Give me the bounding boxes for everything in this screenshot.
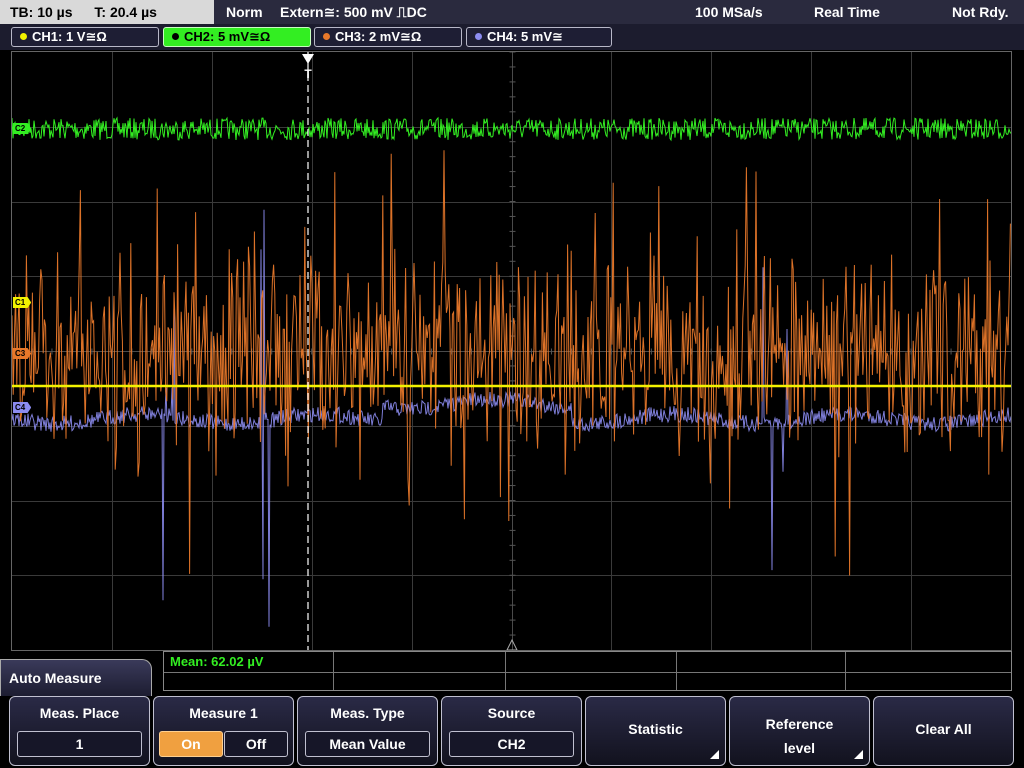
timebase-box[interactable]: TB: 10 µs T: 20.4 µs bbox=[0, 0, 214, 24]
softkey-label: Clear All bbox=[915, 721, 972, 737]
source-value[interactable]: CH2 bbox=[449, 731, 574, 757]
meas-place-value[interactable]: 1 bbox=[17, 731, 142, 757]
run-status: Not Rdy. bbox=[952, 4, 1009, 20]
measurement-divider bbox=[676, 652, 677, 690]
channel-tab-label: CH2: 5 mV≅Ω bbox=[184, 29, 271, 44]
reference-level-softkey[interactable]: Reference level bbox=[729, 696, 870, 766]
waveform-traces bbox=[12, 116, 1011, 627]
softkey-label: Measure 1 bbox=[189, 705, 258, 721]
waveform-display[interactable]: T C2 C1 C3 C4 bbox=[11, 51, 1012, 651]
softkey-label: Source bbox=[487, 705, 536, 721]
ch4-offset-marker[interactable]: C4 bbox=[13, 402, 32, 413]
softkey-label: Reference level bbox=[730, 712, 869, 760]
meas-place-softkey[interactable]: Meas. Place 1 bbox=[9, 696, 150, 766]
meas-type-value[interactable]: Mean Value bbox=[305, 731, 430, 757]
measurement-divider bbox=[164, 672, 1011, 673]
channel-tab-label: CH3: 2 mV≅Ω bbox=[335, 29, 422, 44]
source-softkey[interactable]: Source CH2 bbox=[441, 696, 582, 766]
statistic-softkey[interactable]: Statistic bbox=[585, 696, 726, 766]
ch2-dot-icon bbox=[172, 33, 179, 40]
menu-title: Auto Measure bbox=[0, 659, 152, 697]
ch4-dot-icon bbox=[475, 33, 482, 40]
measurement-divider bbox=[505, 652, 506, 690]
channel-tab-ch2[interactable]: CH2: 5 mV≅Ω bbox=[163, 27, 311, 47]
acquisition-mode: Real Time bbox=[814, 4, 880, 20]
measurement-strip: Mean: 62.02 µV bbox=[163, 651, 1012, 691]
softkey-label-line1: Reference bbox=[765, 716, 834, 732]
status-bar: TB: 10 µs T: 20.4 µs Norm Extern≅: 500 m… bbox=[0, 0, 1024, 24]
ch2-offset-marker[interactable]: C2 bbox=[13, 123, 32, 134]
channel-tab-label: CH1: 1 V≅Ω bbox=[32, 29, 107, 44]
measurement-result: Mean: 62.02 µV bbox=[170, 654, 264, 669]
softkey-label: Statistic bbox=[628, 721, 683, 737]
softkey-label: Meas. Type bbox=[330, 705, 405, 721]
submenu-arrow-icon bbox=[854, 750, 863, 759]
meas-type-softkey[interactable]: Meas. Type Mean Value bbox=[297, 696, 438, 766]
ch1-offset-marker[interactable]: C1 bbox=[13, 297, 32, 308]
sample-rate: 100 MSa/s bbox=[695, 4, 763, 20]
ch1-dot-icon bbox=[20, 33, 27, 40]
channel-tab-row: CH1: 1 V≅Ω CH2: 5 mV≅Ω CH3: 2 mV≅Ω CH4: … bbox=[0, 24, 1024, 50]
channel-tab-ch4[interactable]: CH4: 5 mV≅ bbox=[466, 27, 612, 47]
measure1-off-toggle[interactable]: Off bbox=[224, 731, 288, 757]
trigger-source[interactable]: Extern≅: 500 mV ⎍DC bbox=[280, 0, 427, 24]
measurement-divider bbox=[845, 652, 846, 690]
clear-all-softkey[interactable]: Clear All bbox=[873, 696, 1014, 766]
trigger-label: T bbox=[304, 67, 312, 81]
measurement-divider bbox=[333, 652, 334, 690]
channel-tab-ch1[interactable]: CH1: 1 V≅Ω bbox=[11, 27, 159, 47]
waveform-canvas: T bbox=[12, 52, 1011, 650]
ch3-dot-icon bbox=[323, 33, 330, 40]
trigger-time-value: T: 20.4 µs bbox=[94, 4, 157, 20]
softkey-label: Meas. Place bbox=[39, 705, 120, 721]
softkey-bar: Meas. Place 1 Measure 1 On Off Meas. Typ… bbox=[0, 696, 1024, 768]
channel-tab-ch3[interactable]: CH3: 2 mV≅Ω bbox=[314, 27, 462, 47]
trigger-mode[interactable]: Norm bbox=[226, 0, 263, 24]
submenu-arrow-icon bbox=[710, 750, 719, 759]
timebase-value: TB: 10 µs bbox=[10, 4, 73, 20]
channel-tab-label: CH4: 5 mV≅ bbox=[487, 29, 563, 44]
measure1-on-toggle[interactable]: On bbox=[159, 731, 223, 757]
softkey-label-line2: level bbox=[783, 740, 816, 756]
ch3-offset-marker[interactable]: C3 bbox=[13, 348, 32, 359]
measure1-softkey[interactable]: Measure 1 On Off bbox=[153, 696, 294, 766]
